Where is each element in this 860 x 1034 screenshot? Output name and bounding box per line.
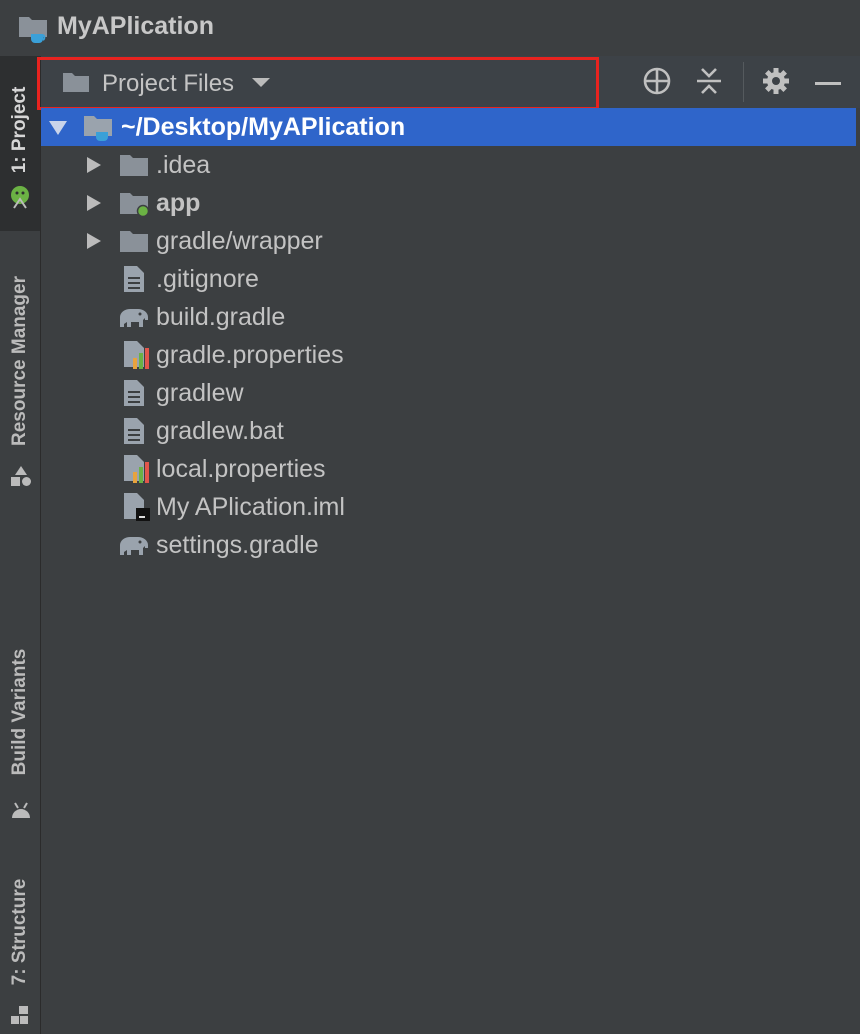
highlight-annotation-box bbox=[37, 57, 599, 110]
collapsed-arrow-icon bbox=[87, 195, 101, 211]
window-title: MyAPlication bbox=[57, 12, 214, 40]
android-icon bbox=[9, 184, 31, 215]
tree-item-local-properties[interactable]: local.properties bbox=[41, 450, 856, 488]
folder-icon bbox=[119, 222, 149, 260]
tree-item-label: app bbox=[156, 188, 201, 217]
header-separator bbox=[743, 62, 744, 102]
tree-item-iml[interactable]: My APlication.iml bbox=[41, 488, 856, 526]
tree-item-app[interactable]: app bbox=[41, 184, 856, 222]
minimize-icon bbox=[815, 74, 841, 92]
gradle-elephant-icon bbox=[117, 526, 151, 564]
folder-icon bbox=[119, 146, 149, 184]
text-file-icon bbox=[123, 260, 145, 298]
tool-tab-structure[interactable]: 7: Structure bbox=[0, 861, 40, 1031]
tree-item-gradlew[interactable]: gradlew bbox=[41, 374, 856, 412]
tree-root-row[interactable]: ~/Desktop/MyAPlication bbox=[41, 108, 856, 146]
tree-item-label: gradlew.bat bbox=[156, 416, 284, 445]
tree-item-label: build.gradle bbox=[156, 302, 286, 331]
collapse-all-button[interactable] bbox=[692, 66, 726, 100]
tree-item-label: settings.gradle bbox=[156, 530, 319, 559]
tree-item-label: local.properties bbox=[156, 454, 326, 483]
tool-tab-project[interactable]: 1: Project bbox=[0, 56, 40, 231]
build-variants-android-icon bbox=[9, 800, 33, 825]
tree-item-gitignore[interactable]: .gitignore bbox=[41, 260, 856, 298]
tool-tab-build-variants-label: Build Variants bbox=[9, 648, 30, 776]
hide-panel-button[interactable] bbox=[811, 66, 845, 100]
tree-item-gradle-wrapper[interactable]: gradle/wrapper bbox=[41, 222, 856, 260]
module-folder-icon bbox=[119, 184, 151, 222]
text-file-icon bbox=[123, 374, 145, 412]
resource-manager-icon bbox=[9, 464, 33, 493]
properties-file-icon bbox=[123, 336, 151, 374]
locate-icon bbox=[642, 66, 672, 101]
collapsed-arrow-icon bbox=[87, 233, 101, 249]
gear-icon bbox=[762, 67, 790, 100]
tool-tab-build-variants[interactable]: Build Variants bbox=[0, 636, 40, 826]
collapse-all-icon bbox=[695, 67, 723, 100]
tree-item-settings-gradle[interactable]: settings.gradle bbox=[41, 526, 856, 564]
tool-tab-resource-manager-label: Resource Manager bbox=[9, 275, 30, 447]
tree-item-build-gradle[interactable]: build.gradle bbox=[41, 298, 856, 336]
tree-item-label: .idea bbox=[156, 150, 211, 179]
expanded-arrow-icon bbox=[49, 121, 67, 135]
project-folder-icon bbox=[18, 14, 50, 49]
tool-tab-structure-label: 7: Structure bbox=[9, 879, 30, 986]
tree-item-label: gradle.properties bbox=[156, 340, 344, 369]
tree-item-label: .gitignore bbox=[156, 264, 259, 293]
collapsed-arrow-icon bbox=[87, 157, 101, 173]
project-root-folder-icon bbox=[83, 108, 115, 146]
iml-file-icon bbox=[123, 488, 151, 526]
tree-item-gradlew-bat[interactable]: gradlew.bat bbox=[41, 412, 856, 450]
tree-item-label: gradle/wrapper bbox=[156, 226, 323, 255]
tool-window-strip: 1: Project Resource Manager Build Varian… bbox=[0, 56, 41, 1034]
locate-file-button[interactable] bbox=[640, 66, 674, 100]
text-file-icon bbox=[123, 412, 145, 450]
structure-icon bbox=[9, 1004, 31, 1031]
tool-tab-resource-manager[interactable]: Resource Manager bbox=[0, 246, 40, 496]
tree-item-label: gradlew bbox=[156, 378, 244, 407]
settings-button[interactable] bbox=[759, 66, 793, 100]
title-bar: MyAPlication bbox=[0, 0, 860, 56]
tree-item-label: My APlication.iml bbox=[156, 492, 345, 521]
tree-root-label: ~/Desktop/MyAPlication bbox=[121, 112, 406, 141]
project-tree: ~/Desktop/MyAPlication .idea app gradle/… bbox=[41, 108, 856, 564]
tree-item-gradle-properties[interactable]: gradle.properties bbox=[41, 336, 856, 374]
tool-tab-project-label: 1: Project bbox=[9, 86, 30, 173]
properties-file-icon bbox=[123, 450, 151, 488]
tree-item-idea[interactable]: .idea bbox=[41, 146, 856, 184]
gradle-elephant-icon bbox=[117, 298, 151, 336]
